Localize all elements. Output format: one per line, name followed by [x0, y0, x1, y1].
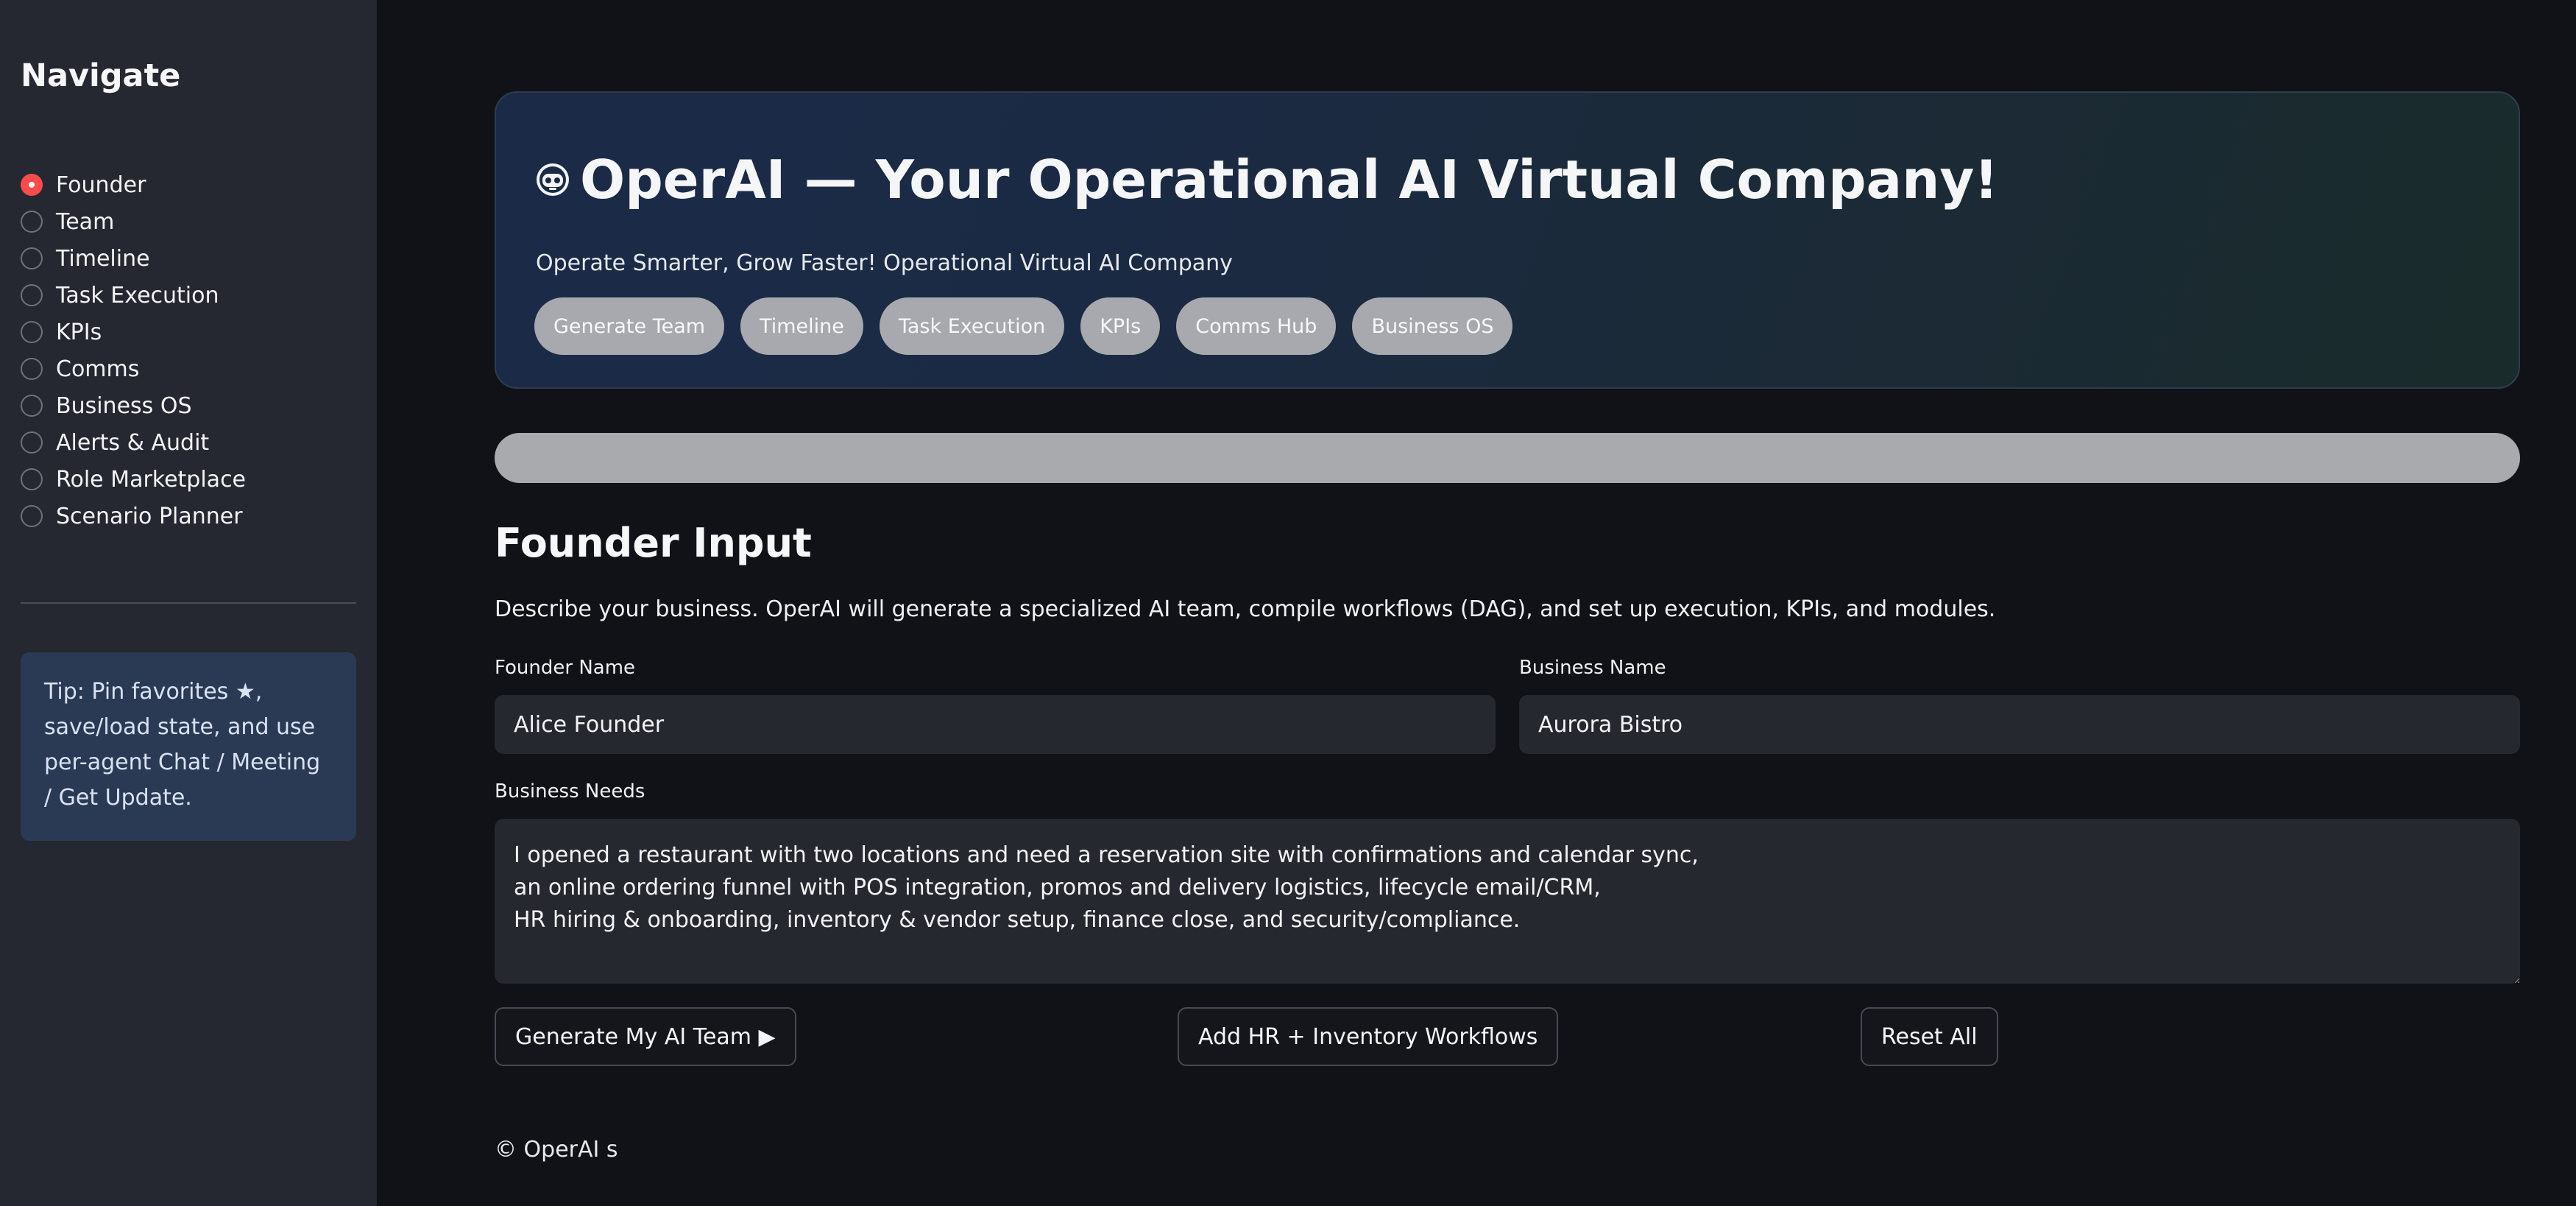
nav-item-team[interactable]: Team: [21, 203, 246, 240]
radio-icon[interactable]: [21, 358, 43, 380]
business-needs-textarea[interactable]: I opened a restaurant with two locations…: [495, 819, 2520, 984]
nav-item-label: KPIs: [56, 319, 102, 345]
nav-item-comms[interactable]: Comms: [21, 350, 246, 387]
business-needs-label: Business Needs: [495, 780, 645, 803]
business-name-input[interactable]: [1519, 695, 2520, 754]
pill-generate-team[interactable]: Generate Team: [534, 297, 725, 355]
nav-item-label: Role Marketplace: [56, 466, 247, 493]
generate-team-button[interactable]: Generate My AI Team ▶: [495, 1007, 796, 1066]
footer-copyright: © OperAI s: [495, 1137, 618, 1163]
nav-item-label: Timeline: [56, 245, 150, 272]
nav-item-role-marketplace[interactable]: Role Marketplace: [21, 461, 246, 498]
pill-kpis[interactable]: KPIs: [1080, 297, 1161, 355]
nav-item-task-execution[interactable]: Task Execution: [21, 277, 246, 314]
nav-item-label: Team: [56, 208, 115, 235]
progress-bar: [495, 433, 2520, 483]
radio-icon[interactable]: [21, 284, 43, 306]
radio-icon[interactable]: [21, 431, 43, 454]
sidebar: Navigate Founder Team Timeline Task Exec…: [0, 0, 377, 1206]
business-name-label: Business Name: [1519, 657, 1666, 679]
sidebar-title: Navigate: [21, 57, 181, 94]
nav-item-label: Founder: [56, 172, 146, 198]
radio-icon[interactable]: [21, 321, 43, 343]
pill-task-execution[interactable]: Task Execution: [879, 297, 1065, 355]
nav-item-scenario-planner[interactable]: Scenario Planner: [21, 498, 246, 535]
add-workflows-button[interactable]: Add HR + Inventory Workflows: [1178, 1007, 1559, 1066]
radio-selected-icon[interactable]: [21, 174, 43, 196]
nav-radio-group: Founder Team Timeline Task Execution KPI…: [21, 166, 246, 535]
hero-subtitle: Operate Smarter, Grow Faster! Operationa…: [536, 250, 1233, 276]
nav-item-label: Business OS: [56, 392, 192, 419]
pill-comms-hub[interactable]: Comms Hub: [1176, 297, 1337, 355]
nav-item-alerts-audit[interactable]: Alerts & Audit: [21, 424, 246, 461]
radio-icon[interactable]: [21, 211, 43, 233]
sidebar-divider: [21, 602, 356, 604]
radio-icon[interactable]: [21, 468, 43, 490]
hero-banner: OperAI — Your Operational AI Virtual Com…: [495, 91, 2520, 389]
nav-item-business-os[interactable]: Business OS: [21, 387, 246, 424]
pill-business-os[interactable]: Business OS: [1352, 297, 1513, 355]
reset-all-button[interactable]: Reset All: [1861, 1007, 1998, 1066]
nav-item-label: Scenario Planner: [56, 503, 243, 529]
nav-item-founder[interactable]: Founder: [21, 166, 246, 203]
nav-item-label: Alerts & Audit: [56, 429, 210, 456]
hero-title-row: OperAI — Your Operational AI Virtual Com…: [534, 149, 1998, 211]
hero-pill-row: Generate Team Timeline Task Execution KP…: [534, 297, 1529, 355]
robot-icon: [534, 161, 571, 198]
nav-item-label: Task Execution: [56, 282, 219, 308]
section-description: Describe your business. OperAI will gene…: [495, 596, 1996, 622]
radio-icon[interactable]: [21, 505, 43, 527]
founder-name-label: Founder Name: [495, 657, 636, 679]
section-title: Founder Input: [495, 520, 812, 566]
nav-item-timeline[interactable]: Timeline: [21, 240, 246, 277]
nav-item-kpis[interactable]: KPIs: [21, 314, 246, 350]
radio-icon[interactable]: [21, 395, 43, 417]
founder-name-input[interactable]: [495, 695, 1496, 754]
nav-item-label: Comms: [56, 356, 140, 382]
pill-timeline[interactable]: Timeline: [740, 297, 863, 355]
hero-title: OperAI — Your Operational AI Virtual Com…: [580, 149, 1999, 211]
tip-box: Tip: Pin favorites ★, save/load state, a…: [21, 652, 356, 841]
radio-icon[interactable]: [21, 247, 43, 269]
